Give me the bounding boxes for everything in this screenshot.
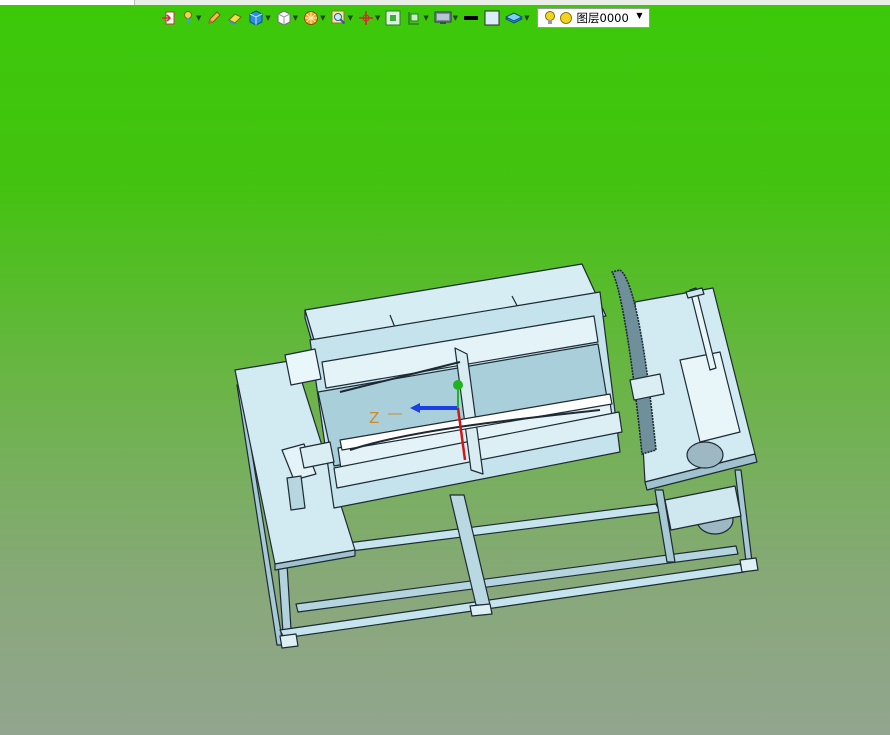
3d-viewport[interactable]: Z	[0, 0, 890, 735]
axis-z-label: Z	[369, 409, 379, 427]
mixer-model[interactable]	[234, 263, 759, 649]
